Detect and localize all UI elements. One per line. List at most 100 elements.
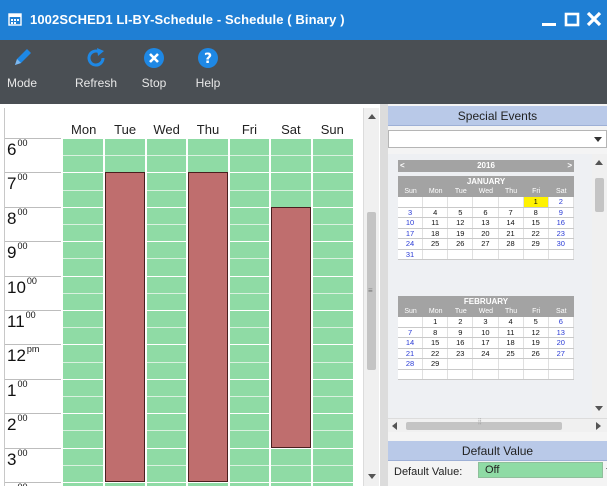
close-icon[interactable] (585, 8, 603, 30)
previous-year-icon[interactable]: < (400, 160, 405, 172)
calendar-day[interactable]: 11 (499, 327, 524, 337)
calendar-day[interactable]: 11 (423, 218, 449, 228)
calendar-day[interactable]: 29 (524, 239, 549, 249)
calendar-day[interactable]: 14 (499, 218, 524, 228)
calendar-day[interactable]: 2 (448, 317, 474, 327)
calendar-day[interactable]: 4 (499, 317, 524, 327)
calendar-day[interactable]: 30 (549, 239, 574, 249)
calendar-day[interactable]: 3 (473, 317, 499, 327)
scroll-up-icon[interactable] (368, 114, 376, 119)
mode-button[interactable]: Mode (2, 46, 42, 100)
stop-button[interactable]: Stop (134, 46, 174, 100)
calendar-day (448, 249, 474, 259)
calendar-day[interactable]: 24 (398, 239, 424, 249)
weekday-header: Wed (478, 308, 494, 315)
calendar-day[interactable]: 8 (423, 327, 449, 337)
scroll-right-icon[interactable] (596, 422, 601, 430)
calendar-day[interactable]: 7 (398, 327, 424, 337)
day-header-sat: Sat (281, 122, 301, 137)
weekday-header: Tue (454, 308, 467, 315)
calendar-day[interactable]: 23 (549, 228, 574, 238)
calendar-day[interactable]: 26 (448, 239, 474, 249)
calendar-day[interactable]: 18 (423, 228, 449, 238)
scrollbar-thumb[interactable] (595, 178, 604, 212)
calendar-day[interactable]: 22 (524, 228, 549, 238)
special-events-dropdown[interactable] (388, 130, 607, 148)
calendar-day[interactable]: 27 (549, 348, 574, 358)
calendar-day[interactable]: 13 (549, 327, 574, 337)
calendar-day (398, 369, 424, 379)
calendar-day[interactable]: 12 (524, 327, 549, 337)
calendar-day[interactable]: 27 (473, 239, 499, 249)
calendar-day[interactable]: 31 (398, 249, 424, 259)
maximize-icon[interactable] (563, 8, 581, 30)
calendar-day[interactable]: 17 (473, 338, 499, 348)
calendar-day[interactable]: 25 (423, 239, 449, 249)
default-value-dropdown[interactable]: Off (478, 462, 607, 478)
next-year-icon[interactable]: > (567, 160, 572, 172)
schedule-event-thu[interactable] (188, 172, 228, 482)
refresh-button[interactable]: Refresh (68, 46, 124, 100)
hour-rule (5, 241, 61, 243)
calendar-day[interactable]: 19 (448, 228, 474, 238)
calendar-day[interactable]: 1 (423, 317, 449, 327)
schedule-event-sat[interactable] (271, 206, 311, 448)
calendar-day[interactable]: 8 (524, 207, 549, 217)
calendar-day[interactable]: 2 (549, 197, 574, 207)
calendar-day (549, 359, 574, 369)
calendar-day[interactable]: 20 (549, 338, 574, 348)
calendar-day[interactable]: 25 (499, 348, 524, 358)
calendar-day[interactable]: 23 (448, 348, 474, 358)
calendar-day[interactable]: 28 (499, 239, 524, 249)
refresh-icon (87, 48, 105, 67)
schedule-scrollbar[interactable]: ≡ (363, 108, 379, 486)
calendar-day[interactable]: 10 (398, 218, 424, 228)
calendar-day[interactable]: 7 (499, 207, 524, 217)
calendar-day (423, 249, 449, 259)
calendar-day[interactable]: 15 (423, 338, 449, 348)
calendar-day[interactable]: 12 (448, 218, 474, 228)
calendar-day[interactable]: 15 (524, 218, 549, 228)
scroll-down-icon[interactable] (595, 406, 603, 411)
calendar-day[interactable]: 21 (398, 348, 424, 358)
calendar-day[interactable]: 4 (423, 207, 449, 217)
calendar-day[interactable]: 18 (499, 338, 524, 348)
help-button[interactable]: ? Help (188, 46, 228, 100)
scroll-up-icon[interactable] (595, 160, 603, 165)
grid-line (63, 482, 353, 483)
scrollbar-thumb[interactable] (406, 422, 562, 430)
calendar-day[interactable]: 26 (524, 348, 549, 358)
calendar-horizontal-scrollbar[interactable]: ⦙⦙ (388, 417, 607, 432)
calendar-day[interactable]: 29 (423, 359, 449, 369)
calendar-day[interactable]: 3 (398, 207, 424, 217)
calendar-day[interactable]: 20 (473, 228, 499, 238)
weekday-header-row: Sun Mon Tue Wed Thu Fri Sat (398, 187, 574, 197)
minimize-icon[interactable] (540, 8, 558, 30)
calendar-day[interactable]: 19 (524, 338, 549, 348)
calendar-day[interactable]: 16 (549, 218, 574, 228)
calendar-day[interactable]: 24 (473, 348, 499, 358)
calendar-day[interactable]: 22 (423, 348, 449, 358)
grip-icon: ⦙⦙ (478, 417, 482, 426)
calendar-day[interactable]: 17 (398, 228, 424, 238)
calendar-day[interactable]: 13 (473, 218, 499, 228)
calendar-day[interactable]: 14 (398, 338, 424, 348)
calendar-day[interactable]: 1 (523, 197, 549, 207)
scroll-down-icon[interactable] (368, 474, 376, 479)
calendar-day[interactable]: 5 (524, 317, 549, 327)
calendar-day[interactable]: 10 (473, 327, 499, 337)
calendar-day[interactable]: 21 (499, 228, 524, 238)
calendar-vertical-scrollbar[interactable] (592, 154, 607, 418)
calendar-day[interactable]: 5 (448, 207, 474, 217)
calendar-day[interactable]: 9 (549, 207, 574, 217)
schedule-grid[interactable] (63, 138, 353, 486)
panel-splitter[interactable] (380, 104, 388, 486)
scroll-left-icon[interactable] (392, 422, 397, 430)
calendar-day[interactable]: 6 (549, 317, 574, 327)
month-name: JANUARY (398, 176, 574, 187)
schedule-event-tue[interactable] (105, 172, 145, 482)
calendar-day[interactable]: 6 (473, 207, 499, 217)
calendar-day[interactable]: 28 (398, 359, 424, 369)
calendar-day[interactable]: 9 (448, 327, 474, 337)
calendar-day[interactable]: 16 (448, 338, 474, 348)
